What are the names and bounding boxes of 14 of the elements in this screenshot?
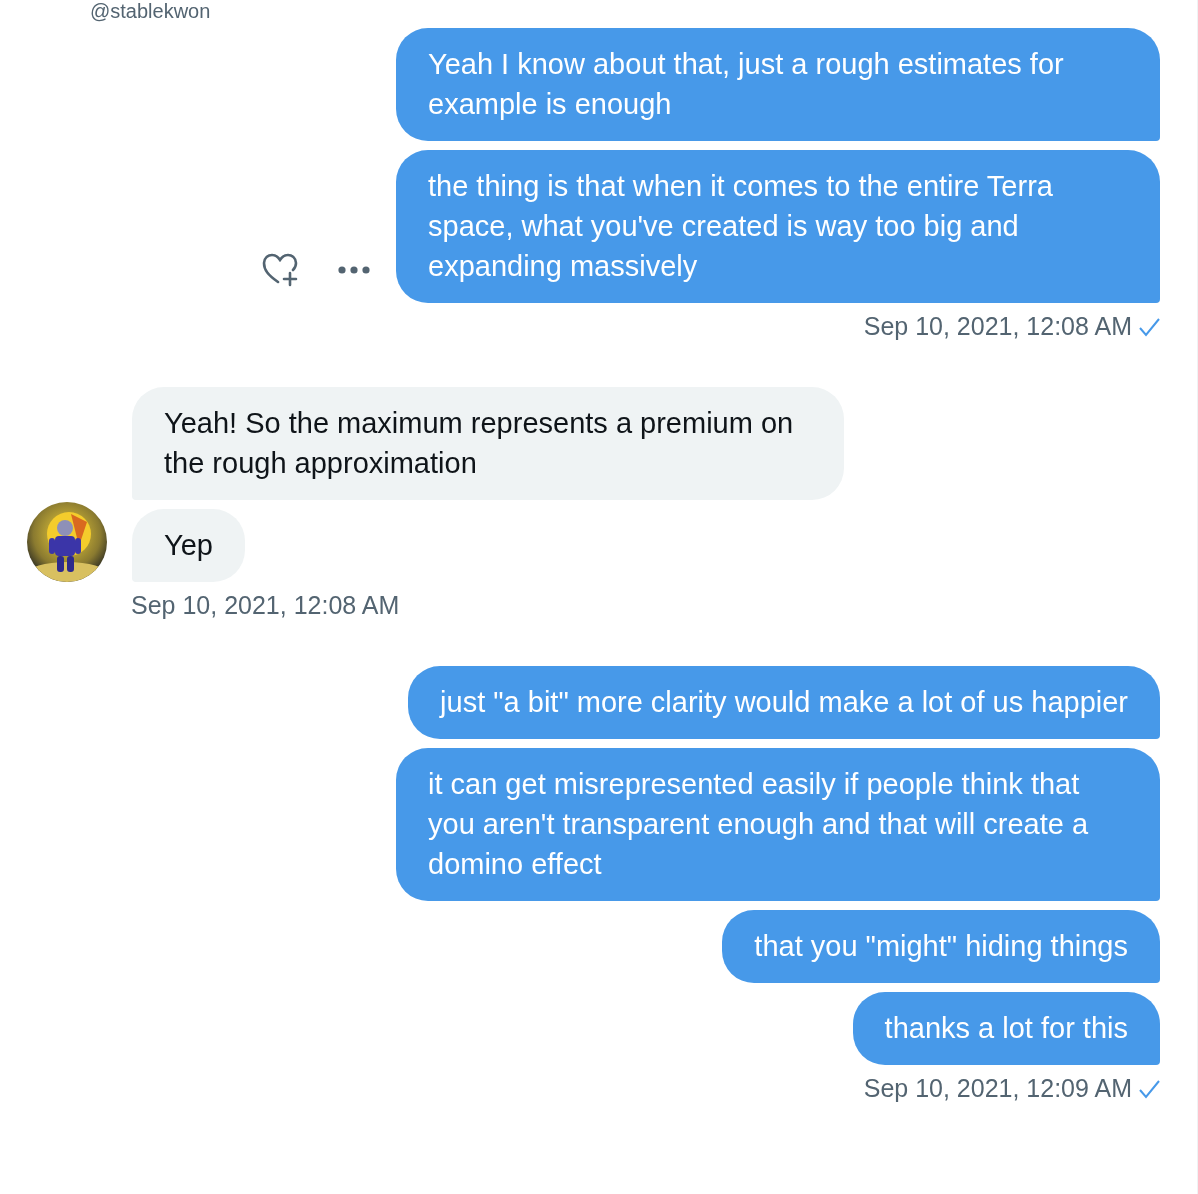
message-bubble: thanks a lot for this [852, 992, 1160, 1065]
message-bubble: the thing is that when it comes to the entire Terra space, what you've created is way too big and expanding massively [396, 150, 1160, 303]
timestamp: Sep 10, 2021, 12:09 AM [863, 1074, 1132, 1103]
more-icon[interactable] [338, 266, 370, 274]
user-handle: @stablekwon [90, 0, 211, 22]
message-bubble: just "a bit" more clarity would make a lot of us happier [408, 666, 1160, 739]
message-bubble: Yeah! So the maximum represents a premium on the rough approximation [132, 387, 844, 500]
message-bubble: it can get misrepresented easily if people think that you aren't transparent enough and that will create a domino effect [396, 748, 1160, 901]
message-bubble: Yep [132, 509, 245, 582]
message-bubble: that you "might" hiding things [722, 910, 1160, 983]
heart-plus-icon[interactable] [262, 253, 300, 287]
timestamp: Sep 10, 2021, 12:08 AM [131, 591, 400, 620]
timestamp: Sep 10, 2021, 12:08 AM [863, 312, 1132, 341]
message-bubble: Yeah I know about that, just a rough estimates for example is enough [396, 28, 1160, 141]
